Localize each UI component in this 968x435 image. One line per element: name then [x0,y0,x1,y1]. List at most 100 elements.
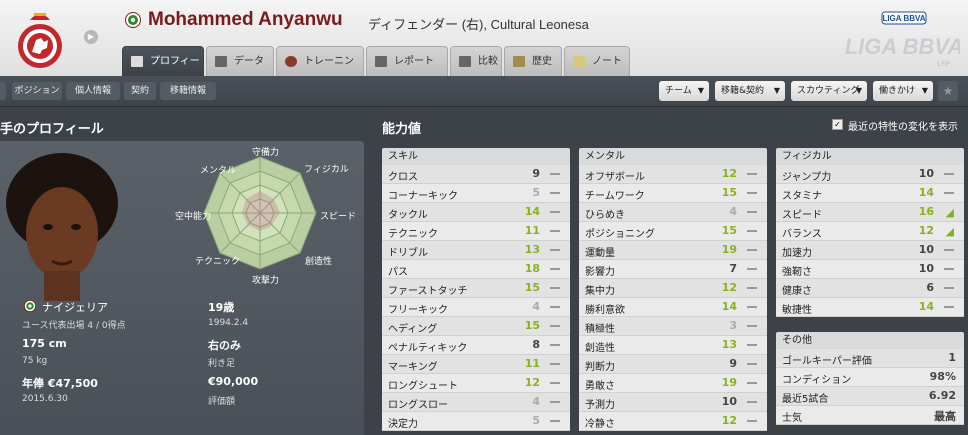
tab-label: 比較 [478,56,498,67]
trend-up-icon: ◢ [945,206,954,219]
trend-flat-icon [944,268,954,270]
attribute-row[interactable]: ポジショニング 15 [579,222,767,241]
tab-compare[interactable]: 比較 [450,46,502,76]
attribute-row[interactable]: マーキング 11 [382,355,570,374]
attribute-name: コンディション [782,375,852,386]
tab-history[interactable]: 歴史 [504,46,562,76]
attribute-value: 10 [918,243,934,256]
show-changes-label[interactable]: 最近の特性の変化を表示 [848,118,958,133]
attribute-row[interactable]: 集中力 12 [579,279,767,298]
attribute-name: ジャンプ力 [782,172,832,183]
attribute-row[interactable]: ヘディング 15 [382,317,570,336]
preferred-foot: 右のみ [208,339,241,352]
attribute-name: フリーキック [388,305,448,316]
back-icon[interactable]: ▶ [84,30,98,44]
attribute-value: 10 [918,262,934,275]
attribute-row[interactable]: コーナーキック 5 [382,184,570,203]
attribute-row[interactable]: スタミナ 14 [776,184,964,203]
attribute-row[interactable]: オフザボール 12 [579,165,767,184]
attribute-name: コーナーキック [388,191,458,202]
contract-end: 2015.6.30 [22,394,68,404]
attribute-row[interactable]: バランス ◢ 12 [776,222,964,241]
attribute-row[interactable]: コンディション 98% [776,368,964,387]
attribute-row[interactable]: 積極性 3 [579,317,767,336]
attribute-row[interactable]: 敏捷性 14 [776,298,964,317]
radar-label-mental: メンタル [200,166,237,176]
league-main-text: LIGA BBVA [845,34,960,59]
attribute-row[interactable]: パス 18 [382,260,570,279]
attribute-row[interactable]: ロングシュート 12 [382,374,570,393]
subnav-personal[interactable]: 個人情報 [66,82,120,100]
subnav-edge[interactable] [0,82,6,100]
menu-label: チーム [665,86,692,96]
star-icon[interactable]: ★ [938,81,958,101]
attribute-row[interactable]: ファーストタッチ 15 [382,279,570,298]
attribute-row[interactable]: ドリブル 13 [382,241,570,260]
tab-report[interactable]: レポート [366,46,448,76]
attribute-value: 19 [721,376,737,389]
weight: 75 kg [22,356,48,366]
chevron-down-icon: ▼ [921,86,928,95]
tab-data[interactable]: データ [206,46,274,76]
attribute-row[interactable]: ペナルティキック 8 [382,336,570,355]
attribute-row[interactable]: ひらめき 4 [579,203,767,222]
trend-up-icon: ◢ [945,225,954,238]
mental-column: メンタル オフザボール 12 チームワーク 15 ひらめき 4 ポジショニング 15 運動量 19… [579,148,767,431]
tab-profile[interactable]: プロフィール [122,46,204,96]
trend-flat-icon [747,325,757,327]
attribute-row[interactable]: 勝利意欲 14 [579,298,767,317]
league-lfp-text: LFP [938,61,951,68]
attribute-value: 15 [721,224,737,237]
attribute-row[interactable]: 勇敢さ 19 [579,374,767,393]
attribute-row[interactable]: 予測力 10 [579,393,767,412]
player-position-club[interactable]: ディフェンダー (右), Cultural Leonesa [368,14,589,33]
attribute-row[interactable]: 健康さ 6 [776,279,964,298]
attribute-name: ロングシュート [388,381,458,392]
trend-flat-icon [550,325,560,327]
info-value: 98% [929,370,956,383]
nationality[interactable]: ナイジェリア [42,299,108,315]
attribute-row[interactable]: 士気 最高 [776,406,964,425]
trend-flat-icon [550,306,560,308]
attribute-name: ポジショニング [585,229,655,240]
radar-label-physical: フィジカル [304,165,349,175]
attribute-row[interactable]: ゴールキーパー評価 1 [776,349,964,368]
attribute-row[interactable]: ジャンプ力 10 [776,165,964,184]
radar-label-attacking: 攻撃力 [252,276,280,286]
attribute-row[interactable]: スピード ◢ 16 [776,203,964,222]
attribute-row[interactable]: 運動量 19 [579,241,767,260]
attribute-row[interactable]: テクニック 11 [382,222,570,241]
report-icon [375,56,387,67]
attribute-row[interactable]: 判断力 9 [579,355,767,374]
trend-flat-icon [747,173,757,175]
info-value: 最高 [934,410,956,423]
attribute-row[interactable]: 最近5試合 6.92 [776,387,964,406]
attribute-row[interactable]: クロス 9 [382,165,570,184]
attribute-row[interactable]: 強靭さ 10 [776,260,964,279]
other-header: その他 [776,332,964,349]
subnav-position[interactable]: ポジション [12,82,62,100]
attribute-name: テクニック [388,229,438,240]
interact-menu[interactable]: 働きかけ ▼ [873,81,933,101]
subnav-contract[interactable]: 契約 [124,82,156,100]
transfer-contract-menu[interactable]: 移籍&契約 ▼ [715,81,785,101]
tab-notes[interactable]: ノート [564,46,630,76]
club-badge-icon[interactable] [14,6,66,70]
attribute-row[interactable]: 創造性 13 [579,336,767,355]
tab-training[interactable]: トレーニング [276,46,364,96]
attribute-row[interactable]: 加速力 10 [776,241,964,260]
attribute-name: 判断力 [585,362,615,373]
attribute-row[interactable]: 冷静さ 12 [579,412,767,431]
attribute-row[interactable]: チームワーク 15 [579,184,767,203]
attribute-row[interactable]: フリーキック 4 [382,298,570,317]
attribute-row[interactable]: ロングスロー 4 [382,393,570,412]
attribute-value: 16 [918,205,934,218]
attribute-row[interactable]: タックル 14 [382,203,570,222]
scouting-menu[interactable]: スカウティング ▼ [791,81,867,101]
team-menu[interactable]: チーム ▼ [659,81,709,101]
show-changes-checkbox[interactable]: ✓ [832,119,843,130]
subnav-transfer[interactable]: 移籍情報 [160,82,216,100]
radar-label-technique: テクニック [195,257,241,267]
attribute-row[interactable]: 影響力 7 [579,260,767,279]
attribute-row[interactable]: 決定力 5 [382,412,570,431]
